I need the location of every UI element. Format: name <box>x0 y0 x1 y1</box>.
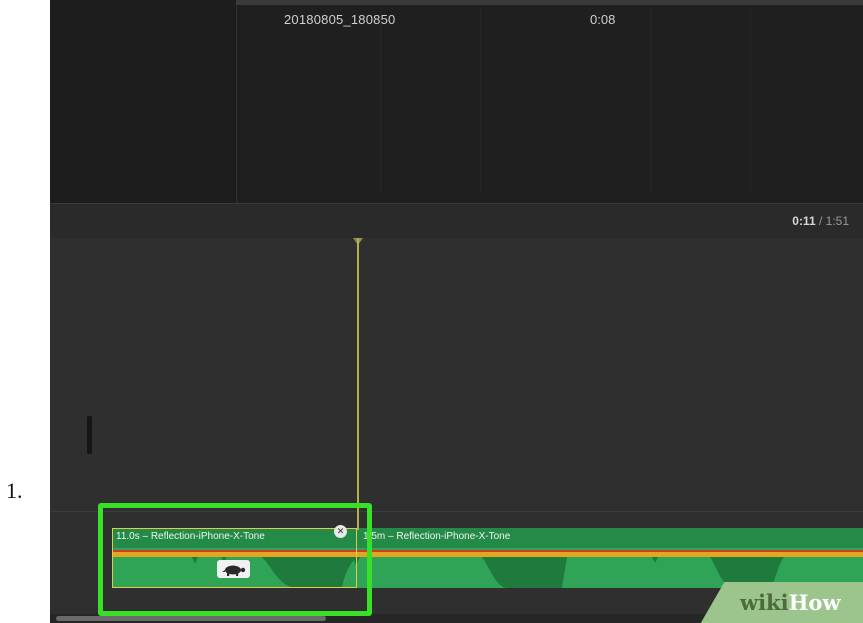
watermark-how: How <box>788 590 841 615</box>
media-browser: 20180805_180850 0:08 <box>50 0 863 203</box>
time-separator: / <box>815 214 826 228</box>
wikihow-watermark: wikiHow <box>740 590 841 615</box>
vertical-scrollbar[interactable] <box>87 416 92 454</box>
library-sidebar <box>50 0 237 203</box>
clip-label: 1.5m – Reflection-iPhone-X-Tone <box>363 531 511 542</box>
total-time: 1:51 <box>825 214 849 228</box>
current-time: 0:11 <box>792 214 816 228</box>
media-clip-name[interactable]: 20180805_180850 <box>284 12 395 27</box>
selection-highlight <box>98 503 372 616</box>
step-number: 1. <box>6 478 23 503</box>
media-clip-duration: 0:08 <box>590 12 616 27</box>
scrollbar-thumb[interactable] <box>56 616 326 621</box>
thumbnail-divider <box>650 8 651 193</box>
thumbnail-divider <box>750 8 751 193</box>
time-readout: 0:11 / 1:51 <box>792 214 849 228</box>
thumbnail-divider <box>380 8 381 193</box>
playhead[interactable] <box>357 238 359 530</box>
timeline-toolbar: 0:11 / 1:51 <box>50 203 863 239</box>
browser-header-bar <box>236 0 863 5</box>
watermark-wiki: wiki <box>740 590 789 615</box>
thumbnail-divider <box>480 8 481 193</box>
